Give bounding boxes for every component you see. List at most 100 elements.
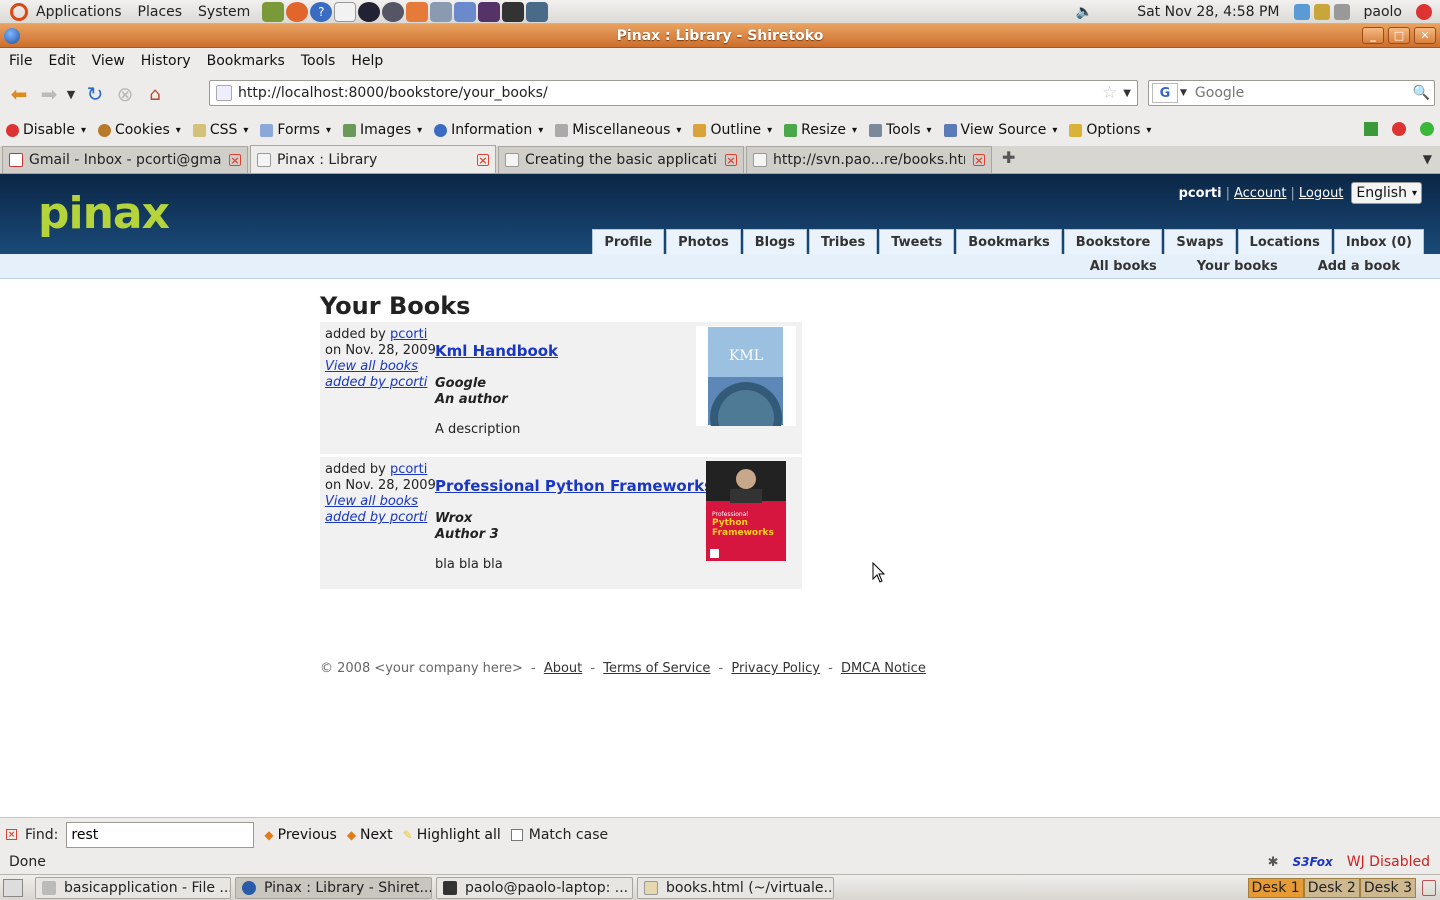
close-window-button[interactable]: ✕ <box>1414 27 1436 44</box>
nav-blogs[interactable]: Blogs <box>742 229 808 254</box>
bookmark-star-icon[interactable]: ☆ <box>1102 83 1117 103</box>
nav-tribes[interactable]: Tribes <box>809 229 878 254</box>
wd-disable-menu[interactable]: Disable ▾ <box>0 122 92 138</box>
menu-view[interactable]: View <box>84 53 133 69</box>
applications-menu[interactable]: Applications <box>28 4 130 20</box>
wd-tools-menu[interactable]: Tools ▾ <box>863 122 938 138</box>
stop-icon[interactable]: ⊗ <box>110 79 140 109</box>
wj-disabled-status[interactable]: WJ Disabled <box>1347 854 1430 870</box>
tab-pinax-library[interactable]: Pinax : Library × <box>250 145 496 173</box>
wd-images-menu[interactable]: Images ▾ <box>337 122 428 138</box>
s3fox-status[interactable]: S3Fox <box>1293 855 1333 869</box>
menu-file[interactable]: File <box>0 53 40 69</box>
menu-edit[interactable]: Edit <box>40 53 83 69</box>
search-bar[interactable]: G ▼ 🔍 <box>1148 80 1435 106</box>
close-tab-icon[interactable]: × <box>477 153 489 166</box>
vlc-launcher-icon[interactable] <box>478 1 501 22</box>
url-input[interactable] <box>238 82 1103 104</box>
window-titlebar[interactable]: Pinax : Library - Shiretoko _ □ ✕ <box>0 24 1440 48</box>
view-all-books-link[interactable]: View all books <box>325 494 418 509</box>
firefox-launcher-icon[interactable] <box>286 1 309 22</box>
match-case-checkbox[interactable] <box>510 828 523 841</box>
globe-launcher-icon[interactable] <box>358 1 381 22</box>
search-engine-dropdown-icon[interactable]: ▼ <box>1180 88 1187 98</box>
wd-forms-menu[interactable]: Forms ▾ <box>254 122 337 138</box>
wd-view-source-menu[interactable]: View Source ▾ <box>938 122 1064 138</box>
book-cover-image[interactable]: KML <box>696 326 796 426</box>
task-books-html[interactable]: books.html (~/virtuale... <box>637 876 834 899</box>
book-title-link[interactable]: Professional Python Frameworks <box>435 477 713 495</box>
wd-outline-menu[interactable]: Outline ▾ <box>687 122 778 138</box>
firebug-icon[interactable]: ✱ <box>1268 855 1279 870</box>
workspace-desk-1[interactable]: Desk 1 <box>1247 877 1304 898</box>
history-dropdown-icon[interactable]: ▼ <box>64 79 78 109</box>
home-icon[interactable]: ⌂ <box>140 79 170 109</box>
close-tab-icon[interactable]: × <box>973 154 985 167</box>
nav-bookstore[interactable]: Bookstore <box>1063 229 1163 254</box>
show-desktop-icon[interactable] <box>3 878 23 897</box>
search-icon[interactable]: 🔍 <box>1413 85 1430 101</box>
task-terminal[interactable]: paolo@paolo-laptop: ... <box>436 876 633 899</box>
close-findbar-icon[interactable]: × <box>6 829 17 840</box>
highlight-all-button[interactable]: ✎ Highlight all <box>403 827 501 843</box>
terminal-launcher-icon[interactable] <box>502 1 525 22</box>
menu-history[interactable]: History <box>133 53 199 69</box>
task-firefox[interactable]: Pinax : Library - Shiret... <box>235 876 432 899</box>
package-launcher-icon[interactable] <box>406 1 429 22</box>
forward-icon[interactable]: ➡ <box>34 79 64 109</box>
view-all-books-link[interactable]: View all books <box>325 359 418 374</box>
logout-link[interactable]: Logout <box>1299 186 1344 201</box>
network-launcher-icon[interactable] <box>430 1 453 22</box>
wd-options-menu[interactable]: Options ▾ <box>1063 122 1157 138</box>
tab-creating-basic-application[interactable]: Creating the basic applicatio... × <box>498 146 744 173</box>
task-basicapplication[interactable]: basicapplication - File ... <box>35 876 231 899</box>
user-name[interactable]: paolo <box>1364 4 1403 20</box>
terms-link[interactable]: Terms of Service <box>603 661 710 676</box>
workspace-desk-3[interactable]: Desk 3 <box>1359 877 1416 898</box>
account-link[interactable]: Account <box>1234 186 1287 201</box>
nav-profile[interactable]: Profile <box>592 229 665 254</box>
subnav-your-books[interactable]: Your books <box>1197 259 1278 274</box>
dmca-link[interactable]: DMCA Notice <box>841 661 926 676</box>
pinax-logo[interactable]: pinax <box>38 188 170 239</box>
html-valid-icon[interactable] <box>1420 122 1434 136</box>
nav-locations[interactable]: Locations <box>1237 229 1332 254</box>
privacy-link[interactable]: Privacy Policy <box>731 661 820 676</box>
about-link[interactable]: About <box>544 661 582 676</box>
window-menu-icon[interactable] <box>4 28 20 44</box>
close-tab-icon[interactable]: × <box>229 154 241 167</box>
language-select[interactable]: English ▾ <box>1351 182 1422 204</box>
dropbox-icon[interactable] <box>1293 3 1310 20</box>
power-icon[interactable] <box>1416 3 1432 20</box>
tab-svn-books[interactable]: http://svn.pao...re/books.html × <box>746 146 992 173</box>
tab-gmail[interactable]: Gmail - Inbox - pcorti@gmai... × <box>2 146 248 173</box>
menu-bookmarks[interactable]: Bookmarks <box>199 53 293 69</box>
nav-photos[interactable]: Photos <box>666 229 741 254</box>
subnav-add-book[interactable]: Add a book <box>1318 259 1400 274</box>
wd-css-menu[interactable]: CSS ▾ <box>187 122 255 138</box>
url-bar[interactable]: ☆ ▼ <box>209 80 1138 106</box>
nav-bookmarks[interactable]: Bookmarks <box>956 229 1062 254</box>
wd-information-menu[interactable]: Information ▾ <box>428 122 549 138</box>
view-all-books-link-line2[interactable]: added by pcorti <box>325 375 427 390</box>
menu-tools[interactable]: Tools <box>293 53 344 69</box>
help-launcher-icon[interactable]: ? <box>310 1 333 22</box>
workspace-desk-2[interactable]: Desk 2 <box>1303 877 1360 898</box>
thunderbird-launcher-icon[interactable] <box>382 1 405 22</box>
trash-icon[interactable] <box>1422 879 1436 896</box>
text-editor-launcher-icon[interactable] <box>334 1 357 22</box>
gimp-launcher-icon[interactable] <box>262 1 285 22</box>
nav-swaps[interactable]: Swaps <box>1164 229 1236 254</box>
book-title-link[interactable]: Kml Handbook <box>435 342 558 360</box>
new-tab-icon[interactable]: ✚ <box>1002 148 1015 167</box>
menu-help[interactable]: Help <box>343 53 391 69</box>
virtualbox-launcher-icon[interactable] <box>454 1 477 22</box>
clock[interactable]: Sat Nov 28, 4:58 PM <box>1137 4 1279 20</box>
js-error-icon[interactable] <box>1392 122 1406 136</box>
close-tab-icon[interactable]: × <box>725 154 737 167</box>
maximize-button[interactable]: □ <box>1388 27 1410 44</box>
back-icon[interactable]: ⬅ <box>4 79 34 109</box>
added-by-user-link[interactable]: pcorti <box>390 327 427 342</box>
site-identity-icon[interactable] <box>216 85 232 101</box>
css-valid-check-icon[interactable] <box>1364 122 1378 136</box>
